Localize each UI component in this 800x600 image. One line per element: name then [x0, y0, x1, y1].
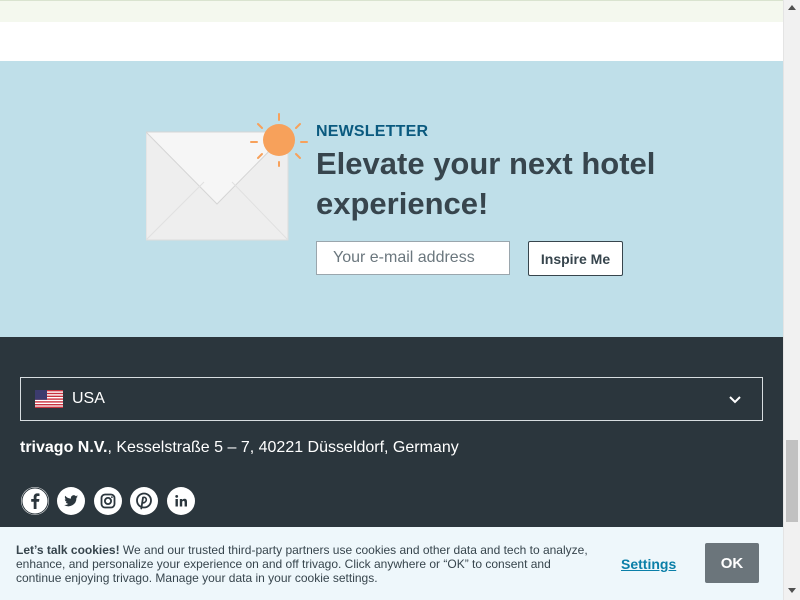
company-address: trivago N.V., Kesselstraße 5 – 7, 40221 …: [20, 439, 459, 457]
scroll-up-arrow-icon[interactable]: [788, 5, 796, 10]
email-input[interactable]: [316, 241, 510, 275]
scrollbar-thumb[interactable]: [786, 440, 798, 522]
white-spacer: [0, 22, 783, 61]
cookie-ok-button[interactable]: OK: [705, 543, 759, 583]
pinterest-link[interactable]: [130, 487, 158, 515]
envelope-illustration: [146, 113, 308, 241]
country-select[interactable]: USA: [20, 377, 763, 421]
chevron-down-icon: [729, 396, 741, 404]
country-label: USA: [72, 390, 105, 407]
company-name: trivago N.V.: [20, 439, 108, 456]
newsletter-title: Elevate your next hotel experience!: [316, 146, 656, 221]
cookie-message: Let’s talk cookies! We and our trusted t…: [16, 543, 588, 585]
pinterest-icon: [131, 488, 157, 514]
cookie-heading: Let’s talk cookies!: [16, 543, 120, 557]
twitter-link[interactable]: [57, 487, 85, 515]
cookie-settings-link[interactable]: Settings: [621, 556, 676, 572]
address-text: , Kesselstraße 5 – 7, 40221 Düsseldorf, …: [107, 439, 459, 456]
instagram-icon: [95, 488, 121, 514]
inspire-me-button[interactable]: Inspire Me: [528, 241, 623, 276]
page: NEWSLETTER Elevate your next hotel exper…: [0, 0, 783, 600]
vertical-scrollbar[interactable]: [783, 0, 800, 600]
us-flag-icon: [35, 390, 63, 408]
newsletter-eyebrow: NEWSLETTER: [316, 123, 429, 140]
twitter-icon: [58, 488, 84, 514]
top-strip: [0, 0, 783, 23]
linkedin-icon: [168, 488, 194, 514]
linkedin-link[interactable]: [167, 487, 195, 515]
facebook-icon: [21, 487, 49, 515]
scroll-down-arrow-icon[interactable]: [788, 588, 796, 593]
instagram-link[interactable]: [94, 487, 122, 515]
facebook-link[interactable]: [21, 487, 49, 515]
